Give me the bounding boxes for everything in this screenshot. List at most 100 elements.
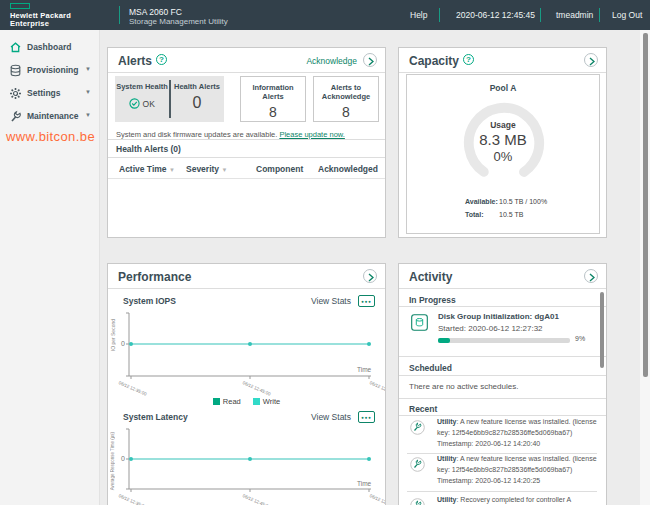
performance-title: Performance bbox=[118, 270, 191, 284]
column-header-severity[interactable]: Severity ▼ bbox=[186, 164, 227, 174]
chevron-down-icon: ▼ bbox=[85, 66, 91, 72]
scheduled-label: Scheduled bbox=[409, 363, 452, 373]
sidebar-item-label: Dashboard bbox=[27, 42, 71, 52]
database-icon bbox=[9, 64, 22, 77]
total-label: Total: bbox=[465, 211, 484, 218]
stat-label: System Health bbox=[115, 76, 169, 91]
column-header-active-time[interactable]: Active Time ▼ bbox=[119, 164, 175, 174]
sidebar-item-label: Settings bbox=[27, 88, 61, 98]
sidebar-item-provisioning[interactable]: Provisioning ▼ bbox=[0, 61, 100, 81]
help-link[interactable]: Help bbox=[410, 10, 427, 20]
help-circle-icon[interactable]: ? bbox=[156, 54, 167, 65]
logout-link[interactable]: Log Out bbox=[612, 10, 642, 20]
latency-xtick-3: 06/12 12:55:00 bbox=[369, 493, 386, 505]
acknowledge-link[interactable]: Acknowledge bbox=[306, 56, 357, 66]
scheduled-empty-text: There are no active schedules. bbox=[409, 382, 518, 391]
sidebar-item-maintenance[interactable]: Maintenance ▼ bbox=[0, 107, 100, 127]
latency-view-stats[interactable]: View Stats bbox=[311, 412, 351, 422]
stat-label: Alerts to Acknowledge bbox=[314, 77, 378, 101]
page-scrollbar-thumb[interactable] bbox=[643, 33, 648, 377]
task-progress-percent: 9% bbox=[575, 335, 585, 342]
capacity-expand-button[interactable] bbox=[584, 53, 598, 67]
gear-icon bbox=[9, 87, 22, 100]
activity-panel: Activity In Progress Disk Group Initiali… bbox=[398, 263, 607, 505]
chart-legend: Read Write bbox=[108, 397, 385, 406]
alerts-panel-header: Alerts ? Acknowledge bbox=[108, 48, 385, 73]
alerts-to-acknowledge-stat[interactable]: Alerts to Acknowledge 8 bbox=[313, 76, 379, 122]
activity-scrollbar-thumb[interactable] bbox=[600, 292, 604, 368]
write-legend-label: Write bbox=[263, 397, 280, 406]
nav-divider bbox=[540, 8, 541, 22]
wrench-circle-icon bbox=[410, 457, 425, 472]
read-legend-label: Read bbox=[223, 397, 241, 406]
wrench-icon bbox=[9, 110, 22, 123]
available-label: Available: bbox=[465, 198, 498, 205]
recent-item-line1: Utility: Recovery completed for controll… bbox=[437, 496, 571, 503]
task-progress-fill bbox=[438, 338, 450, 343]
hpe-logo-icon bbox=[10, 3, 30, 9]
recent-item-timestamp: Timestamp: 2020-06-12 14:20:25 bbox=[437, 477, 540, 484]
wrench-circle-icon bbox=[410, 498, 425, 505]
read-legend-swatch bbox=[213, 398, 220, 405]
sort-icon: ▼ bbox=[221, 167, 227, 173]
column-header-acknowledged[interactable]: Acknowledged bbox=[318, 164, 378, 174]
information-alerts-stat[interactable]: Information Alerts 8 bbox=[240, 76, 306, 122]
nav-divider bbox=[599, 8, 600, 22]
divider bbox=[399, 398, 606, 399]
capacity-title: Capacity bbox=[409, 54, 459, 68]
alerts-expand-button[interactable] bbox=[363, 53, 377, 67]
write-legend-swatch bbox=[253, 398, 260, 405]
divider bbox=[399, 415, 606, 416]
column-header-component[interactable]: Component bbox=[256, 164, 303, 174]
stat-value: 8 bbox=[241, 104, 305, 120]
performance-expand-button[interactable] bbox=[363, 269, 377, 283]
iops-xtick-2: 06/12 12:45:00 bbox=[242, 380, 271, 397]
watermark-text: www.bitcon.be bbox=[6, 129, 95, 144]
total-value: 10.5 TB bbox=[499, 211, 523, 218]
divider bbox=[108, 178, 385, 179]
alerts-title: Alerts bbox=[118, 54, 152, 68]
latency-zero-tick: 0 bbox=[121, 455, 125, 462]
latency-chart bbox=[124, 424, 374, 494]
user-menu[interactable]: tmeadmin bbox=[556, 10, 593, 20]
latency-menu-button[interactable]: ●●● bbox=[358, 411, 375, 423]
usage-value: 8.3 MB bbox=[407, 131, 599, 148]
sidebar-item-label: Maintenance bbox=[27, 111, 79, 121]
iops-chart bbox=[124, 306, 374, 381]
latency-time-label: Time bbox=[357, 480, 371, 487]
activity-expand-button[interactable] bbox=[584, 269, 598, 283]
disk-group-icon[interactable] bbox=[411, 314, 428, 331]
home-icon bbox=[9, 41, 22, 54]
wrench-circle-icon bbox=[410, 420, 425, 435]
stat-label: Information Alerts bbox=[241, 77, 305, 101]
latency-xtick-1: 06/12 12:35:00 bbox=[118, 493, 147, 505]
sidebar-item-label: Provisioning bbox=[27, 65, 78, 75]
stat-value: 0 bbox=[170, 94, 224, 112]
in-progress-label: In Progress bbox=[409, 295, 456, 305]
pool-name: Pool A bbox=[407, 83, 599, 93]
performance-panel-header: Performance bbox=[108, 264, 385, 289]
firmware-notice: System and disk firmware updates are ava… bbox=[116, 130, 345, 139]
stat-label: Health Alerts bbox=[170, 76, 224, 91]
help-circle-icon[interactable]: ? bbox=[463, 54, 474, 65]
capacity-panel: Capacity ? Pool A Usage 8.3 MB 0% Availa… bbox=[398, 47, 607, 238]
health-alerts-table-title: Health Alerts (0) bbox=[116, 144, 181, 154]
iops-xtick-3: 06/12 12:55:00 bbox=[369, 380, 386, 397]
iops-time-label: Time bbox=[357, 366, 371, 373]
divider bbox=[399, 306, 606, 307]
brand-line2: Enterprise bbox=[10, 19, 49, 28]
pool-capacity-card: Pool A Usage 8.3 MB 0% Available: 10.5 T… bbox=[406, 74, 600, 234]
sidebar-item-settings[interactable]: Settings ▼ bbox=[0, 84, 100, 104]
divider bbox=[399, 375, 606, 376]
stat-value: OK bbox=[143, 99, 155, 109]
system-health-stat: System Health OK bbox=[115, 76, 169, 122]
firmware-update-link[interactable]: Please update now. bbox=[279, 130, 344, 139]
divider bbox=[407, 453, 597, 454]
sidebar-item-dashboard[interactable]: Dashboard bbox=[0, 38, 100, 58]
recent-item-line2: key: 12f54e6bb9c827b28536ffe5d069ba67) bbox=[437, 429, 572, 436]
usage-percent: 0% bbox=[407, 149, 599, 164]
stat-value: 8 bbox=[314, 104, 378, 120]
iops-view-stats[interactable]: View Stats bbox=[311, 296, 351, 306]
iops-xtick-1: 06/12 12:35:00 bbox=[118, 380, 147, 397]
recent-item-timestamp: Timestamp: 2020-06-12 14:20:40 bbox=[437, 440, 540, 447]
